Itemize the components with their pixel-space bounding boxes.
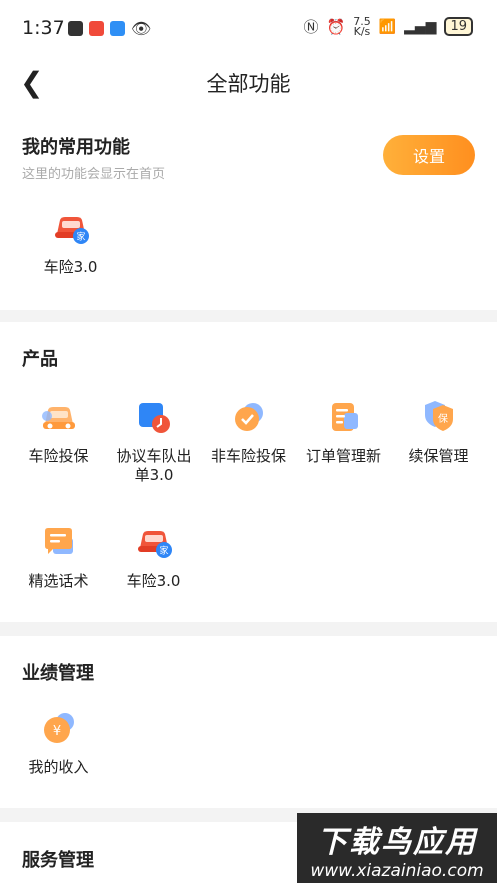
favorites-section: 我的常用功能 这里的功能会显示在首页 设置 家 车险3.0 <box>0 108 497 310</box>
network-speed: 7.5 K/s <box>353 16 371 38</box>
alarm-icon: ⏰ <box>326 17 346 36</box>
watermark: 下载鸟应用 www.xiazainiao.com <box>297 813 497 883</box>
performance-section: 业绩管理 ¥ 我的收入 <box>0 636 497 808</box>
shield-check-icon <box>229 397 269 437</box>
favorites-subtitle: 这里的功能会显示在首页 <box>22 167 166 182</box>
product-item-label: 非车险投保 <box>210 447 286 465</box>
renewal-badge-text: 保 <box>438 412 448 425</box>
renewal-shield-icon: 保 <box>419 397 459 437</box>
yuan-sign-text: ¥ <box>52 724 60 739</box>
product-item-label: 车险3.0 <box>126 572 181 590</box>
page-header: ❮ 全部功能 <box>0 58 497 108</box>
product-item-non-car[interactable]: 非车险投保 <box>201 397 296 466</box>
eye-icon: 👁 <box>131 19 152 38</box>
app-notification-icon <box>68 21 83 36</box>
products-section: 产品 车险投保 协议车队出单3.0 非车险投保 订单管理新 保 续保管理 精选话… <box>0 322 497 622</box>
order-list-icon <box>324 397 364 437</box>
watermark-url: www.xiazainiao.com <box>310 861 484 881</box>
product-item-car-insurance-3[interactable]: 家 车险3.0 <box>106 522 201 591</box>
fleet-clock-icon <box>134 397 174 437</box>
product-item-label: 精选话术 <box>28 572 89 590</box>
product-item-renewal[interactable]: 保 续保管理 <box>391 397 486 466</box>
product-item-orders[interactable]: 订单管理新 <box>296 397 391 466</box>
performance-item-label: 我的收入 <box>28 758 89 776</box>
watermark-text: 下载鸟应用 <box>317 825 477 860</box>
signal-icon: ▂▄▆ <box>404 18 437 35</box>
car-insurance-icon: 家 <box>134 522 174 562</box>
car-icon <box>39 397 79 437</box>
blue-app-notification-icon <box>110 21 125 36</box>
car-insurance-icon: 家 <box>51 208 91 248</box>
red-app-notification-icon <box>89 21 104 36</box>
favorite-item-label: 车险3.0 <box>43 258 98 276</box>
income-coin-icon: ¥ <box>39 708 79 748</box>
notification-icons: 👁 <box>68 19 151 38</box>
speed-unit: K/s <box>353 24 371 38</box>
status-time: 1:37 <box>22 17 65 39</box>
product-item-car-insure[interactable]: 车险投保 <box>11 397 106 466</box>
favorites-title: 我的常用功能 <box>22 137 130 158</box>
product-item-scripts[interactable]: 精选话术 <box>11 522 106 591</box>
product-item-label: 协议车队出单3.0 <box>116 447 192 484</box>
performance-item-income[interactable]: ¥ 我的收入 <box>11 708 106 777</box>
wifi-icon: 📶 <box>378 18 397 35</box>
product-item-label: 续保管理 <box>408 447 469 465</box>
services-title: 服务管理 <box>22 850 94 871</box>
favorite-item-car-insurance[interactable]: 家 车险3.0 <box>23 208 118 277</box>
status-bar: 1:37 👁 Ⓝ ⏰ 7.5 K/s 📶 ▂▄▆ 19 <box>0 0 497 58</box>
products-title: 产品 <box>22 349 58 370</box>
nfc-icon: Ⓝ <box>303 18 319 36</box>
product-item-label: 车险投保 <box>28 447 89 465</box>
home-badge-text: 家 <box>76 231 85 243</box>
product-item-fleet[interactable]: 协议车队出单3.0 <box>106 397 201 485</box>
system-icons: Ⓝ ⏰ 7.5 K/s 📶 ▂▄▆ 19 <box>303 16 473 38</box>
performance-title: 业绩管理 <box>22 663 94 684</box>
product-item-label: 订单管理新 <box>305 447 381 465</box>
chat-script-icon <box>39 522 79 562</box>
home-badge-text: 家 <box>159 545 168 557</box>
battery-indicator: 19 <box>444 17 473 36</box>
page-title: 全部功能 <box>206 72 291 96</box>
settings-button[interactable]: 设置 <box>383 135 475 175</box>
